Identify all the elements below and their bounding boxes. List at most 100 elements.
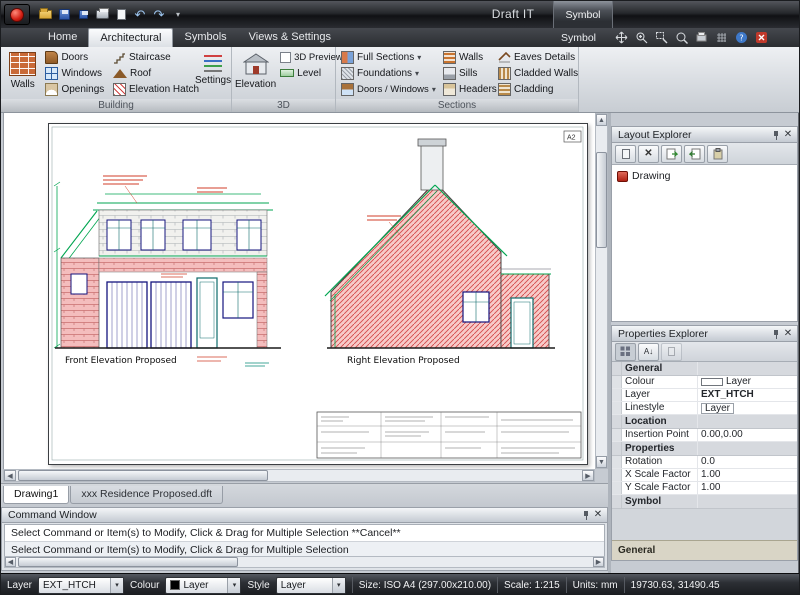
zoom-in-button[interactable] xyxy=(633,30,650,45)
pin-icon[interactable] xyxy=(770,129,782,141)
doors-button[interactable]: Doors xyxy=(43,49,109,65)
property-row-x-scale[interactable]: X Scale Factor1.00 xyxy=(612,469,797,482)
doc-tab-drawing1[interactable]: Drawing1 xyxy=(3,486,69,504)
scroll-left-arrow[interactable]: ◀ xyxy=(4,470,16,481)
property-pages-button[interactable] xyxy=(661,343,682,361)
settings-button[interactable]: Settings xyxy=(197,49,229,98)
full-sections-button[interactable]: Full Sections▾ xyxy=(339,49,439,65)
tab-views-settings[interactable]: Views & Settings xyxy=(238,28,342,47)
elevation-button[interactable]: Elevation xyxy=(235,49,276,98)
app-menu-button[interactable] xyxy=(4,4,30,25)
sections-doors-windows-button[interactable]: Doors / Windows▾ xyxy=(339,81,439,97)
property-category[interactable]: Properties xyxy=(612,442,797,456)
front-elevation[interactable]: Front Elevation Proposed xyxy=(54,176,281,366)
category-label: Location xyxy=(622,415,698,428)
level-button[interactable]: Level xyxy=(278,65,334,81)
layer-dropdown[interactable]: EXT_HTCH ▾ xyxy=(38,577,124,594)
print-preview-button[interactable] xyxy=(693,30,710,45)
horizontal-scroll-thumb[interactable] xyxy=(18,470,268,481)
redo-button[interactable]: ↷ xyxy=(150,6,168,23)
command-window-header[interactable]: Command Window ✕ xyxy=(2,508,607,523)
scroll-left-arrow[interactable]: ◀ xyxy=(5,557,16,567)
property-row-y-scale[interactable]: Y Scale Factor1.00 xyxy=(612,482,797,495)
colour-dropdown[interactable]: Layer ▾ xyxy=(165,577,241,594)
staircase-button[interactable]: Staircase xyxy=(111,49,195,65)
cladding-button[interactable]: Cladding xyxy=(496,81,576,97)
property-row-linestyle[interactable]: LinestyleLayer xyxy=(612,402,797,415)
scroll-down-arrow[interactable]: ▼ xyxy=(596,456,607,468)
pan-button[interactable] xyxy=(613,30,630,45)
style-dropdown[interactable]: Layer ▾ xyxy=(276,577,346,594)
sort-alphabetical-button[interactable]: A↓ xyxy=(638,343,659,361)
save-button[interactable] xyxy=(55,6,73,23)
save-all-button[interactable] xyxy=(74,6,92,23)
property-row-colour[interactable]: ColourLayer xyxy=(612,376,797,389)
walls-button[interactable]: Walls xyxy=(4,49,41,98)
property-row-layer[interactable]: LayerEXT_HTCH xyxy=(612,389,797,402)
categorized-button[interactable] xyxy=(615,343,636,361)
windows-button[interactable]: Windows xyxy=(43,65,109,81)
property-row-rotation[interactable]: Rotation0.0 xyxy=(612,456,797,469)
tab-home[interactable]: Home xyxy=(37,28,88,47)
new-page-button[interactable] xyxy=(112,6,130,23)
roof-button[interactable]: Roof xyxy=(111,65,195,81)
quick-access-dropdown[interactable]: ▾ xyxy=(169,6,187,23)
openings-button[interactable]: Openings xyxy=(43,81,109,97)
vertical-scroll-thumb[interactable] xyxy=(596,152,607,248)
command-history[interactable]: Select Command or Item(s) to Modify, Cli… xyxy=(4,524,605,558)
close-icon[interactable]: ✕ xyxy=(782,129,794,141)
layout-explorer-header[interactable]: Layout Explorer ✕ xyxy=(612,127,797,143)
eaves-details-button[interactable]: Eaves Details xyxy=(496,49,576,65)
import-layout-button[interactable] xyxy=(661,145,682,163)
grid-settings-button[interactable] xyxy=(713,30,730,45)
drawing-sheet[interactable]: A2 xyxy=(48,123,588,465)
pin-icon[interactable] xyxy=(770,328,782,340)
title-block[interactable] xyxy=(317,412,581,458)
property-category[interactable]: Location xyxy=(612,415,797,429)
scroll-right-arrow[interactable]: ▶ xyxy=(593,557,604,567)
elevation-hatch-button[interactable]: Elevation Hatch xyxy=(111,81,195,97)
new-layout-button[interactable] xyxy=(615,145,636,163)
delete-layout-button[interactable]: ✕ xyxy=(638,145,659,163)
pin-icon[interactable] xyxy=(580,509,592,521)
zoom-window-button[interactable] xyxy=(653,30,670,45)
zoom-extents-button[interactable] xyxy=(673,30,690,45)
property-category[interactable]: Symbol xyxy=(612,495,797,509)
vertical-scrollbar[interactable]: ▲ ▼ xyxy=(595,113,608,469)
scroll-right-arrow[interactable]: ▶ xyxy=(582,470,594,481)
property-row-insertion-point[interactable]: Insertion Point0.00,0.00 xyxy=(612,429,797,442)
close-icon[interactable]: ✕ xyxy=(592,509,604,521)
cladding-icon xyxy=(498,83,511,96)
foundations-button[interactable]: Foundations▾ xyxy=(339,65,439,81)
undo-button[interactable]: ↶ xyxy=(131,6,149,23)
exit-button[interactable] xyxy=(753,30,770,45)
property-category[interactable]: General xyxy=(612,362,797,376)
group-label-building: Building xyxy=(1,99,231,112)
export-layout-button[interactable] xyxy=(684,145,705,163)
horizontal-scrollbar[interactable]: ◀ ▶ xyxy=(3,469,595,482)
drawing-viewport[interactable]: A2 xyxy=(3,113,595,469)
doc-tab-residence[interactable]: xxx Residence Proposed.dft xyxy=(70,486,223,504)
drawing-canvas[interactable]: A2 xyxy=(49,124,587,464)
cladded-walls-button[interactable]: Cladded Walls xyxy=(496,65,576,81)
command-scrollbar[interactable]: ◀ ▶ xyxy=(4,556,605,568)
tab-architectural[interactable]: Architectural xyxy=(88,28,173,47)
command-scroll-thumb[interactable] xyxy=(18,557,238,567)
sills-button[interactable]: Sills xyxy=(441,65,494,81)
tab-symbols[interactable]: Symbols xyxy=(173,28,237,47)
property-value: EXT_HTCH xyxy=(701,389,754,401)
layout-item-drawing[interactable]: Drawing xyxy=(615,169,794,183)
sections-walls-button[interactable]: Walls xyxy=(441,49,494,65)
headers-button[interactable]: Headers xyxy=(441,81,494,97)
context-tab-group[interactable]: Symbol xyxy=(553,1,613,28)
open-button[interactable] xyxy=(36,6,54,23)
paste-layout-button[interactable] xyxy=(707,145,728,163)
preview-3d-checkbox[interactable]: 3D Preview xyxy=(278,49,334,65)
close-icon[interactable]: ✕ xyxy=(782,328,794,340)
context-tab-symbol[interactable]: Symbol xyxy=(561,32,596,44)
print-button[interactable] xyxy=(93,6,111,23)
properties-explorer-header[interactable]: Properties Explorer ✕ xyxy=(612,326,797,342)
help-button[interactable]: ? xyxy=(733,30,750,45)
scroll-up-arrow[interactable]: ▲ xyxy=(596,114,607,126)
right-elevation[interactable]: Right Elevation Proposed xyxy=(325,139,555,366)
